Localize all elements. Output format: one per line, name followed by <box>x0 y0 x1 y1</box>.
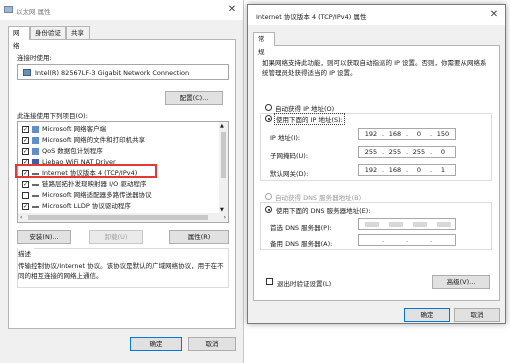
vertical-scrollbar[interactable]: ▲ ▼ <box>219 122 228 214</box>
ip-octet-3: 0 <box>416 130 422 138</box>
blurred-octet <box>413 222 427 227</box>
tab-general[interactable]: 常规 <box>253 32 275 56</box>
item-checkbox[interactable]: ✓ <box>22 148 29 155</box>
mask-octet-2: 255 <box>388 148 402 156</box>
description-group: 描述 传输控制协议/Internet 协议。该协议是默认的广域网络协议，用于在不… <box>17 248 229 288</box>
close-icon[interactable]: ✕ <box>225 3 239 17</box>
gateway-octet-1: 192 <box>364 166 378 174</box>
auto-ip-label[interactable]: 自动获得 IP 地址(O) <box>275 103 334 113</box>
nic-icon <box>23 69 31 76</box>
items-label: 此连接使用下列项目(O): <box>17 112 88 120</box>
title-bar: Internet 协议版本 4 (TCP/IPv4) 属性 ✕ <box>248 5 505 25</box>
install-button[interactable]: 安装(N)... <box>17 230 71 244</box>
validate-checkbox[interactable] <box>266 278 273 285</box>
qos-icon <box>32 148 39 155</box>
blurred-octet <box>437 222 451 227</box>
description-text: 传输控制协议/Internet 协议。该协议是默认的广域网络协议，用于在不同的相… <box>18 262 224 280</box>
ok-button[interactable]: 确定 <box>404 308 450 322</box>
tcpipv4-properties-window: Internet 协议版本 4 (TCP/IPv4) 属性 ✕ 常规 如果网络支… <box>247 4 506 324</box>
validate-label[interactable]: 退出时验证设置(L) <box>277 278 331 288</box>
network-client-icon <box>32 126 39 133</box>
adapter-box: Intel(R) 82567LF-3 Gigabit Network Conne… <box>17 64 229 80</box>
general-tab-panel: 如果网络支持此功能，则可以获取自动指派的 IP 设置。否则，你需要从网络系统管理… <box>253 45 500 301</box>
network-adapter-icon <box>4 6 13 13</box>
manual-ip-label[interactable]: 使用下面的 IP 地址(S): <box>274 113 345 125</box>
file-share-icon <box>32 137 39 144</box>
tab-network[interactable]: 网络 <box>8 26 30 50</box>
gateway-octet-4: 1 <box>440 166 446 174</box>
ip-octet-4: 150 <box>436 130 450 138</box>
preferred-dns-label: 首选 DNS 服务器(P): <box>270 224 332 232</box>
close-icon[interactable]: ✕ <box>487 8 501 22</box>
ip-dot: . <box>429 236 433 244</box>
item-label: QoS 数据包计划程序 <box>42 147 103 155</box>
uninstall-button[interactable]: 卸载(U) <box>89 230 143 244</box>
alternate-dns-field[interactable]: . . . <box>358 234 456 246</box>
gateway-field[interactable]: 192 . 168 . 0 . 1 <box>358 164 456 176</box>
item-label: Microsoft 网络适配器多路传送器协议 <box>42 191 152 199</box>
ip-address-label: IP 地址(I): <box>270 134 301 142</box>
auto-dns-radio[interactable] <box>265 193 272 200</box>
protocol-icon <box>32 184 39 186</box>
auto-dns-label[interactable]: 自动获得 DNS 服务器地址(B) <box>275 192 361 202</box>
window-title: 以太网 属性 <box>16 8 51 16</box>
advanced-button[interactable]: 高级(V)... <box>432 275 490 289</box>
title-bar: 以太网 属性 ✕ <box>0 0 243 20</box>
subnet-mask-field[interactable]: 255 . 255 . 255 . 0 <box>358 146 456 158</box>
item-label: Microsoft 网络的文件和打印机共享 <box>42 136 146 144</box>
window-title: Internet 协议版本 4 (TCP/IPv4) 属性 <box>256 13 367 21</box>
ip-dot: . <box>381 236 385 244</box>
auto-ip-radio[interactable] <box>265 104 272 111</box>
item-checkbox[interactable]: ✓ <box>22 203 29 210</box>
ethernet-properties-window: 以太网 属性 ✕ 网络 身份验证 共享 连接时使用: Intel(R) 8256… <box>0 0 244 363</box>
blurred-octet <box>365 222 379 227</box>
adapter-name: Intel(R) 82567LF-3 Gigabit Network Conne… <box>35 69 190 77</box>
properties-button[interactable]: 属性(R) <box>169 230 229 244</box>
mask-octet-3: 255 <box>412 148 426 156</box>
subnet-mask-label: 子网掩码(U): <box>270 152 309 160</box>
scroll-thumb-horizontal[interactable] <box>28 215 208 220</box>
cancel-button[interactable]: 取消 <box>188 337 236 351</box>
scroll-up-icon[interactable]: ▲ <box>220 123 224 129</box>
tab-sharing[interactable]: 共享 <box>66 26 90 39</box>
network-tab-panel: 连接时使用: Intel(R) 82567LF-3 Gigabit Networ… <box>8 39 236 329</box>
gateway-octet-2: 168 <box>388 166 402 174</box>
manual-ip-radio[interactable] <box>265 115 272 122</box>
blurred-octet <box>389 222 403 227</box>
ip-address-field[interactable]: 192 . 168 . 0 . 150 <box>358 128 456 140</box>
intro-text: 如果网络支持此功能，则可以获取自动指派的 IP 设置。否则，你需要从网络系统管理… <box>262 59 487 77</box>
scroll-right-icon[interactable]: › <box>224 214 226 221</box>
item-label: Microsoft 网络客户端 <box>42 125 107 133</box>
description-title: 描述 <box>18 248 34 258</box>
protocol-icon <box>32 206 39 208</box>
gateway-octet-3: 0 <box>416 166 422 174</box>
mask-octet-4: 0 <box>440 148 446 156</box>
alternate-dns-label: 备用 DNS 服务器(A): <box>270 240 333 248</box>
item-checkbox[interactable]: ✓ <box>22 181 29 188</box>
ip-dot: . <box>405 236 409 244</box>
ip-octet-1: 192 <box>364 130 378 138</box>
ok-button[interactable]: 确定 <box>130 337 182 351</box>
item-checkbox[interactable] <box>22 192 29 199</box>
mask-octet-1: 255 <box>364 148 378 156</box>
scroll-left-icon[interactable]: ‹ <box>20 214 22 221</box>
scroll-thumb[interactable] <box>221 132 226 178</box>
protocol-icon <box>32 195 39 197</box>
connect-using-label: 连接时使用: <box>17 54 52 62</box>
cancel-button[interactable]: 取消 <box>454 308 500 322</box>
ip-octet-2: 168 <box>388 130 402 138</box>
item-label: Microsoft LLDP 协议驱动程序 <box>42 202 131 210</box>
horizontal-scrollbar[interactable]: ‹ › <box>18 213 228 222</box>
highlight-box <box>15 164 157 178</box>
item-checkbox[interactable]: ✓ <box>22 137 29 144</box>
manual-dns-label[interactable]: 使用下面的 DNS 服务器地址(E): <box>275 205 372 215</box>
tab-authentication[interactable]: 身份验证 <box>30 26 66 39</box>
item-checkbox[interactable]: ✓ <box>22 126 29 133</box>
item-label: 链路层拓扑发现映射器 I/O 驱动程序 <box>42 180 147 188</box>
configure-button[interactable]: 配置(C)... <box>165 91 223 105</box>
gateway-label: 默认网关(D): <box>270 170 309 178</box>
preferred-dns-field[interactable] <box>358 218 456 230</box>
manual-dns-radio[interactable] <box>265 206 272 213</box>
